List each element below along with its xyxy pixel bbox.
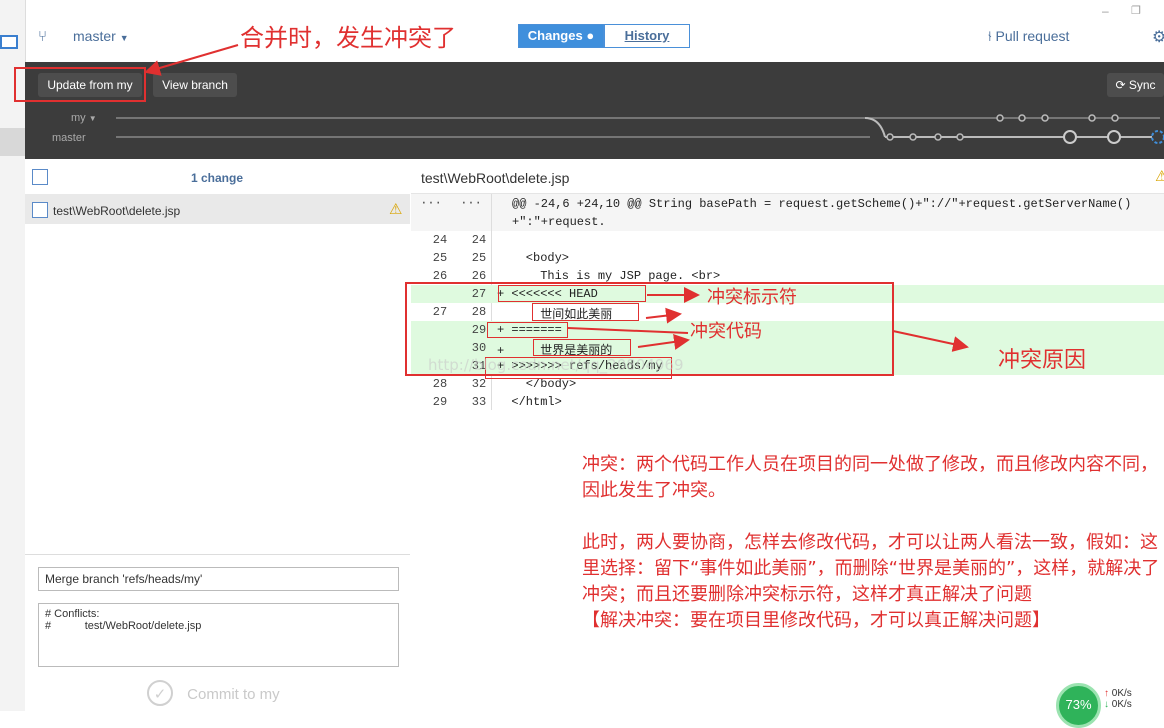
graph-label-my-text: my [71, 112, 86, 124]
pull-request-icon: ⫮ [988, 28, 992, 44]
pull-request-button[interactable]: ⫮ Pull request [988, 28, 1069, 45]
graph-label-my: my ▼ [71, 112, 97, 124]
minimize-icon[interactable]: – [1102, 4, 1109, 18]
select-all-checkbox[interactable] [32, 169, 48, 185]
description-line: # Conflicts: [45, 608, 100, 620]
hunk-header: @@ -24,6 +24,10 @@ String basePath = req… [512, 197, 1132, 211]
hunk-header-cont: +":"+request. [512, 215, 606, 229]
commit-button[interactable]: ✓ Commit to my [147, 680, 347, 710]
watermark: http://blog.csdn.net/qq_20804969 [428, 356, 684, 374]
left-strip [0, 0, 26, 711]
old-line-number: 26 [432, 269, 448, 283]
restore-icon[interactable]: ❐ [1131, 4, 1141, 17]
new-line-number: 33 [471, 395, 487, 409]
note-paragraph: 【解决冲突：要在项目里修改代码，才可以真正解决问题】 [582, 610, 1050, 631]
code-text: </body> [497, 377, 577, 391]
new-line-number: 25 [471, 251, 487, 265]
old-line-number: 28 [432, 377, 448, 391]
merge-conflict-note: 合并时，发生冲突了 [240, 24, 456, 52]
new-line-number: 32 [471, 377, 487, 391]
new-line-number: 26 [471, 269, 487, 283]
dot-icon: ● [586, 28, 595, 43]
warning-icon: ⚠ [1155, 168, 1164, 185]
gear-icon[interactable]: ⚙ [1152, 27, 1164, 47]
hunk-ellipsis: ··· [420, 196, 442, 210]
explanation-notes: 冲突：两个代码工作人员在项目的同一处做了修改，而且修改内容不同，因此发生了冲突。… [582, 452, 1162, 634]
old-line-number: 24 [432, 233, 448, 247]
hunk-ellipsis: ··· [460, 196, 482, 210]
code-text: </html> [497, 395, 562, 409]
diff-file-path: test\WebRoot\delete.jsp [421, 170, 570, 186]
marker-box [498, 285, 646, 302]
branch-graph [116, 114, 1164, 144]
tab-history[interactable]: History [604, 24, 690, 48]
change-count: 1 change [191, 171, 244, 185]
branch-name: master [73, 28, 116, 44]
new-line-number: 24 [471, 233, 487, 247]
file-path: test\WebRoot\delete.jsp [53, 204, 181, 218]
tab-changes-label: Changes [527, 28, 583, 43]
commit-description-input[interactable]: # Conflicts: # test/WebRoot/delete.jsp [38, 603, 399, 667]
commit-summary-input[interactable]: Merge branch 'refs/heads/my' [38, 567, 399, 591]
code-note: 冲突代码 [690, 321, 762, 342]
upload-speed: 0K/s [1111, 688, 1132, 699]
sync-icon: ⟳ [1115, 78, 1126, 92]
check-circle-icon: ✓ [147, 680, 173, 706]
divider [25, 554, 410, 555]
old-line-number: 25 [432, 251, 448, 265]
tab-changes[interactable]: Changes ● [518, 24, 604, 48]
diff-line [411, 231, 1164, 249]
description-line: # test/WebRoot/delete.jsp [45, 620, 202, 632]
branch-icon[interactable]: ⑂ [38, 28, 47, 45]
chevron-down-icon: ▼ [119, 33, 129, 43]
sync-label: Sync [1128, 78, 1156, 92]
down-arrow-icon: ↓ [1104, 699, 1109, 710]
marker-note: 冲突标示符 [707, 287, 797, 308]
branch-selector[interactable]: master ▼ [73, 28, 129, 44]
old-line-number: 29 [432, 395, 448, 409]
pull-request-label: Pull request [995, 28, 1070, 44]
warning-icon: ⚠ [389, 201, 403, 218]
commit-button-label: Commit to my [187, 686, 280, 703]
note-paragraph: 此时，两人要协商，怎样去修改代码，才可以让两人看法一致，假如：这里选择：留下“事… [582, 532, 1160, 605]
separator-box [487, 322, 568, 338]
code-text: This is my JSP page. <br> [497, 269, 721, 283]
network-percent-badge[interactable]: 73% [1056, 683, 1101, 728]
download-speed: 0K/s [1111, 699, 1132, 710]
up-arrow-icon: ↑ [1104, 688, 1109, 699]
graph-label-master: master [52, 132, 86, 144]
code-box [532, 303, 639, 321]
note-paragraph: 冲突：两个代码工作人员在项目的同一处做了修改，而且修改内容不同，因此发生了冲突。 [582, 454, 1158, 501]
view-branch-button[interactable]: View branch [153, 73, 237, 97]
speed-readout: ↑ 0K/s ↓ 0K/s [1104, 688, 1132, 710]
chevron-down-icon: ▼ [88, 114, 97, 123]
file-checkbox[interactable] [32, 202, 48, 218]
code-text: <body> [497, 251, 570, 265]
reason-note: 冲突原因 [998, 348, 1087, 373]
code-box [533, 339, 631, 356]
sync-button[interactable]: ⟳ Sync [1107, 73, 1164, 97]
update-button-highlight [14, 67, 146, 102]
